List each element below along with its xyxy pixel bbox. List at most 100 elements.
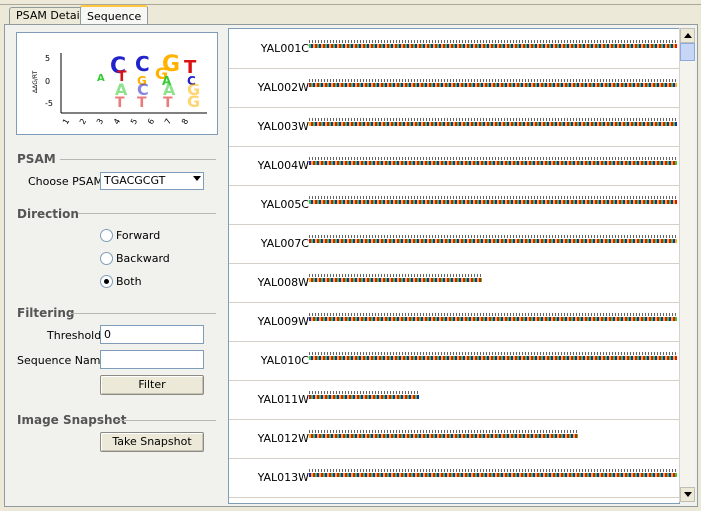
direction-section-title: Direction — [17, 207, 79, 221]
sequence-color-bar — [309, 44, 677, 48]
sequence-name: YAL010C — [260, 354, 309, 367]
sequence-row[interactable]: YAL007C — [229, 224, 679, 264]
logo-x-tick: 7 — [163, 117, 173, 126]
sequence-color-bar — [309, 83, 677, 87]
threshold-label: Threshold — [47, 329, 102, 342]
binding-score-track — [309, 352, 677, 355]
radio-both[interactable] — [100, 275, 113, 288]
logo-x-tick: 2 — [78, 117, 88, 126]
logo-x-tick: 8 — [180, 117, 190, 126]
logo-letter-lower: T — [137, 95, 147, 111]
logo-letter-lower: T — [163, 95, 173, 111]
sequence-color-bar — [309, 317, 677, 321]
scroll-thumb[interactable] — [680, 43, 695, 61]
binding-score-track — [309, 235, 677, 238]
radio-forward[interactable] — [100, 229, 113, 242]
binding-score-track — [309, 430, 578, 433]
logo-y-tick: 0 — [45, 77, 50, 86]
binding-score-track — [309, 469, 677, 472]
radio-both-label: Both — [116, 275, 142, 288]
sequence-name: YAL011W — [257, 393, 309, 406]
binding-score-track — [309, 313, 677, 316]
arrow-up-icon — [684, 33, 692, 38]
sequence-name: YAL008W — [257, 276, 309, 289]
sequence-color-bar — [309, 161, 677, 165]
take-snapshot-button[interactable]: Take Snapshot — [100, 432, 204, 452]
arrow-down-icon — [684, 492, 692, 497]
tab-psam-detail[interactable]: PSAM Detail — [9, 7, 90, 24]
scroll-up-button[interactable] — [680, 28, 695, 43]
logo-x-tick: 1 — [61, 117, 71, 126]
binding-score-track — [309, 157, 677, 160]
choose-psam-label: Choose PSAM — [28, 175, 103, 188]
logo-y-tick: -5 — [45, 99, 53, 108]
scroll-down-button[interactable] — [680, 487, 695, 502]
sequence-name: YAL009W — [257, 315, 309, 328]
logo-letter-lower: G — [187, 92, 200, 111]
radio-backward-label: Backward — [116, 252, 170, 265]
sequence-name: YAL002W — [257, 81, 309, 94]
binding-score-track — [309, 79, 677, 82]
logo-x-tick: 5 — [129, 117, 139, 126]
psam-section-title: PSAM — [17, 152, 56, 166]
logo-letter-lower: T — [115, 95, 125, 111]
psam-logo-thumbnail: 5 0 -5 ΔΔG/RT 1 2 3 4 5 6 7 8 G T C C G T G A C A A C A G T T T G — [16, 32, 218, 135]
psam-divider — [60, 159, 216, 160]
sequence-color-bar — [309, 395, 419, 399]
sequence-row[interactable]: YAL012W — [229, 419, 679, 459]
logo-letter: C — [135, 52, 150, 76]
sequence-row[interactable]: YAL004W — [229, 146, 679, 186]
sequence-name: YAL013W — [257, 471, 309, 484]
snapshot-section-title: Image Snapshot — [17, 413, 127, 427]
radio-selected-dot — [104, 279, 109, 284]
tab-sequence[interactable]: Sequence — [80, 5, 149, 26]
sequence-name-input[interactable] — [100, 350, 204, 369]
sequence-color-bar — [309, 278, 482, 282]
binding-score-track — [309, 391, 419, 394]
sequence-row[interactable]: YAL001C — [229, 29, 679, 69]
logo-letter: A — [97, 73, 105, 84]
sequence-row[interactable]: YAL010C — [229, 341, 679, 381]
sequence-name: YAL012W — [257, 432, 309, 445]
sequence-row[interactable]: YAL011W — [229, 380, 679, 420]
direction-divider — [78, 213, 216, 214]
sequence-color-bar — [309, 473, 677, 477]
binding-score-track — [309, 118, 677, 121]
sequence-row[interactable]: YAL003W — [229, 107, 679, 147]
sequence-row[interactable]: YAL005C — [229, 185, 679, 225]
sequence-row[interactable]: YAL009W — [229, 302, 679, 342]
binding-score-track — [309, 40, 677, 43]
sequence-list-panel[interactable]: YAL001C YAL002W YAL003W YAL004W YAL005C YAL00… — [228, 28, 680, 504]
binding-score-track — [309, 196, 677, 199]
sequence-name: YAL005C — [260, 198, 309, 211]
logo-y-tick: 5 — [45, 54, 50, 63]
sequence-row[interactable]: YAL002W — [229, 68, 679, 108]
radio-forward-label: Forward — [116, 229, 161, 242]
threshold-value: 0 — [104, 328, 111, 341]
logo-y-label: ΔΔG/RT — [32, 70, 39, 93]
threshold-input[interactable]: 0 — [100, 325, 204, 344]
filtering-section-title: Filtering — [17, 306, 75, 320]
sequence-color-bar — [309, 239, 677, 243]
sequence-color-bar — [309, 200, 677, 204]
filtering-divider — [70, 313, 216, 314]
sequence-color-bar — [309, 356, 677, 360]
psam-select[interactable]: TGACGCGT — [100, 172, 204, 190]
sequence-name: YAL004W — [257, 159, 309, 172]
vertical-scrollbar[interactable] — [679, 28, 695, 502]
radio-backward[interactable] — [100, 252, 113, 265]
binding-score-track — [309, 274, 482, 277]
snapshot-divider — [116, 420, 216, 421]
sequence-row[interactable]: YAL013W — [229, 458, 679, 498]
psam-select-value: TGACGCGT — [104, 174, 166, 187]
sequence-name-label: Sequence Name — [17, 354, 108, 367]
sequence-name: YAL007C — [260, 237, 309, 250]
filter-button[interactable]: Filter — [100, 375, 204, 395]
logo-x-tick: 4 — [112, 117, 122, 126]
sequence-logo-chart: 50-5ΔΔG/RT1 2 3 4 5 6 7 8G TC C GT G A CAA C A GT T T G — [32, 52, 207, 126]
sequence-color-bar — [309, 434, 578, 438]
sequence-name: YAL001C — [260, 42, 309, 55]
sequence-color-bar — [309, 122, 677, 126]
chevron-down-icon — [193, 176, 201, 181]
sequence-row[interactable]: YAL008W — [229, 263, 679, 303]
